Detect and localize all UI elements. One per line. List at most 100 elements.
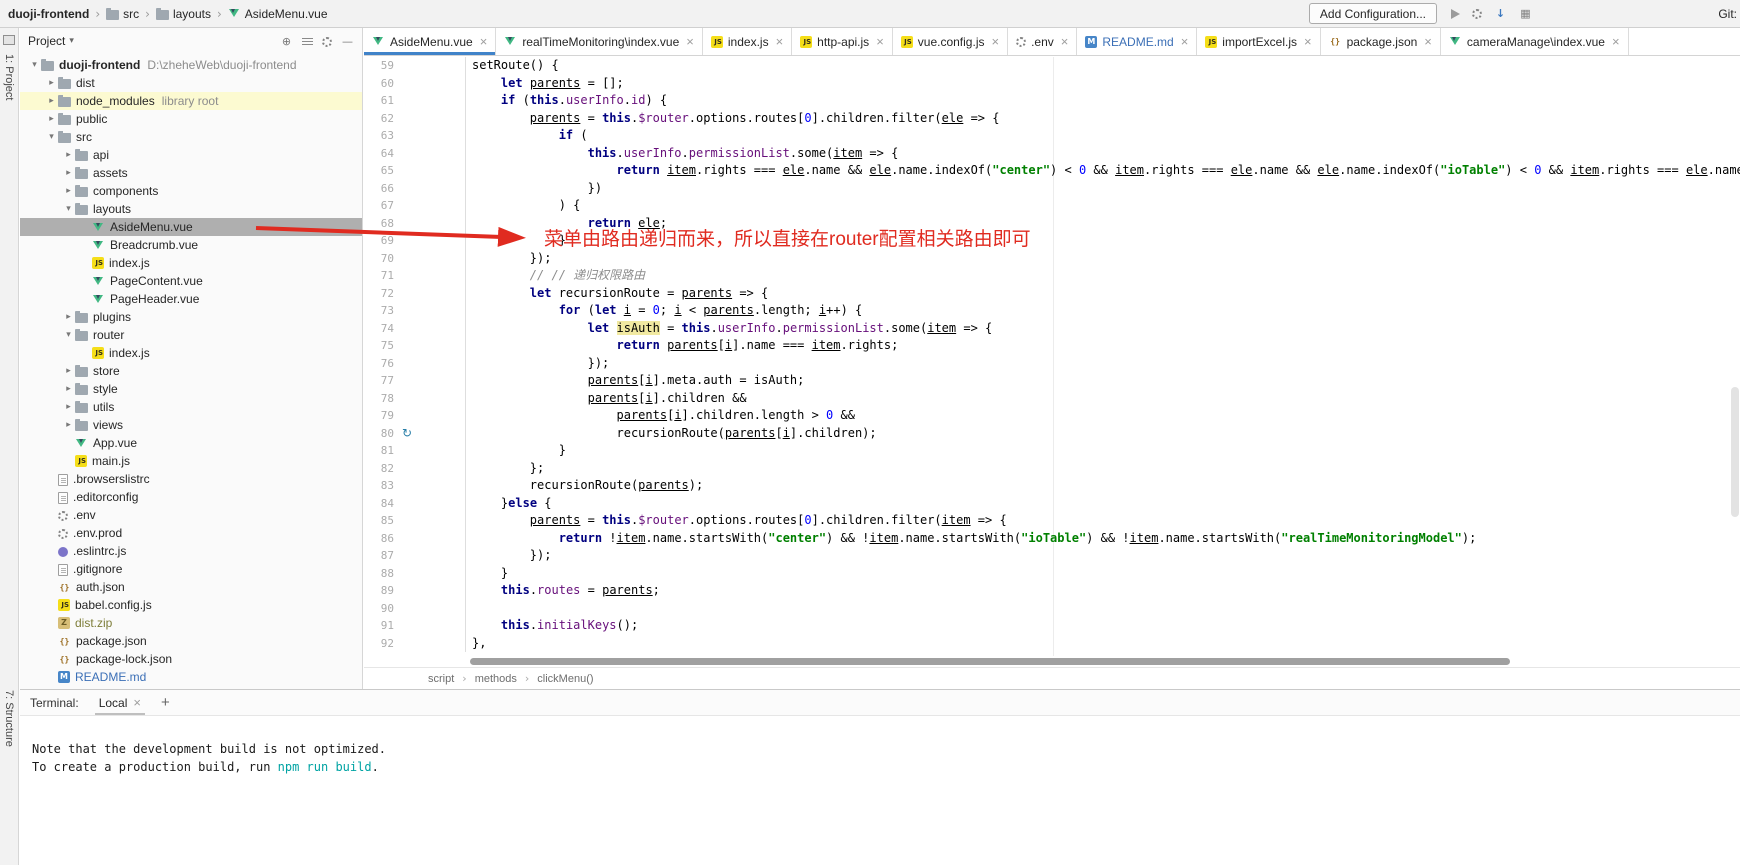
breadcrumb-item-script[interactable]: script [428, 673, 454, 685]
tab-asidemenu-vue[interactable]: AsideMenu.vue× [364, 28, 496, 55]
chevron-collapsed-icon[interactable]: ▸ [45, 114, 58, 124]
tree-item-readme-md[interactable]: MREADME.md [20, 668, 362, 686]
tree-item-dist-zip[interactable]: Zdist.zip [20, 614, 362, 632]
chevron-expanded-icon[interactable]: ▾ [45, 132, 58, 142]
tree-item-utils[interactable]: ▸utils [20, 398, 362, 416]
close-tab-icon[interactable]: × [686, 34, 694, 49]
chevron-collapsed-icon[interactable]: ▸ [62, 384, 75, 394]
chevron-collapsed-icon[interactable]: ▸ [45, 96, 58, 106]
tree-item-breadcrumb-vue[interactable]: Breadcrumb.vue [20, 236, 362, 254]
tree-item-dist[interactable]: ▸dist [20, 74, 362, 92]
tab-label: importExcel.js [1222, 35, 1297, 49]
close-tab-icon[interactable]: × [1061, 34, 1069, 49]
code-editor[interactable]: 59setRoute() {60 let parents = [];61 if … [364, 57, 1740, 656]
tab-readme-md[interactable]: MREADME.md× [1077, 28, 1197, 55]
tree-item-pagecontent-vue[interactable]: PageContent.vue [20, 272, 362, 290]
chevron-collapsed-icon[interactable]: ▸ [62, 312, 75, 322]
tab-cameramanage-index-vue[interactable]: cameraManage\index.vue× [1441, 28, 1629, 55]
new-terminal-tab-icon[interactable]: + [161, 694, 170, 711]
breadcrumb-item-duoji-frontend[interactable]: duoji-frontend [8, 7, 89, 21]
tab-package-json[interactable]: {}package.json× [1321, 28, 1441, 55]
tree-item-gitignore[interactable]: .gitignore [20, 560, 362, 578]
grid-icon[interactable]: ▦ [1519, 7, 1532, 20]
close-tab-icon[interactable]: × [1612, 34, 1620, 49]
tree-item-layouts[interactable]: ▾layouts [20, 200, 362, 218]
gear-icon[interactable] [322, 37, 332, 47]
tree-item-app-vue[interactable]: App.vue [20, 434, 362, 452]
horizontal-scrollbar-thumb[interactable] [470, 658, 1510, 665]
close-tab-icon[interactable]: × [480, 34, 488, 49]
chevron-collapsed-icon[interactable]: ▸ [62, 366, 75, 376]
structure-tool-button[interactable]: 7: Structure [3, 690, 15, 747]
horizontal-scrollbar[interactable] [364, 656, 1740, 667]
close-tab-icon[interactable]: × [1304, 34, 1312, 49]
tree-item-node-modules[interactable]: ▸node_moduleslibrary root [20, 92, 362, 110]
chevron-collapsed-icon[interactable]: ▸ [62, 402, 75, 412]
chevron-collapsed-icon[interactable]: ▸ [45, 78, 58, 88]
run-icon[interactable] [1451, 9, 1460, 19]
tab-vue-config-js[interactable]: JSvue.config.js× [893, 28, 1008, 55]
tree-item-api[interactable]: ▸api [20, 146, 362, 164]
tree-item-main-js[interactable]: JSmain.js [20, 452, 362, 470]
tree-item-index-js[interactable]: JSindex.js [20, 344, 362, 362]
close-tab-icon[interactable]: × [1181, 34, 1189, 49]
tree-item-style[interactable]: ▸style [20, 380, 362, 398]
locate-icon[interactable]: ⊕ [280, 35, 293, 48]
close-tab-icon[interactable]: × [1424, 34, 1432, 49]
tree-item-browserslistrc[interactable]: .browserslistrc [20, 470, 362, 488]
tree-item-duoji-frontend[interactable]: ▾duoji-frontendD:\zheheWeb\duoji-fronten… [20, 56, 362, 74]
close-tab-icon[interactable]: × [991, 34, 999, 49]
project-tool-button[interactable]: 1: Project [3, 54, 15, 100]
breadcrumb-item-clickmenu[interactable]: clickMenu() [537, 673, 593, 685]
hide-icon[interactable]: — [341, 35, 354, 48]
tree-item-eslintrc-js[interactable]: .eslintrc.js [20, 542, 362, 560]
tree-item-views[interactable]: ▸views [20, 416, 362, 434]
chevron-collapsed-icon[interactable]: ▸ [62, 150, 75, 160]
tab-realtimemonitoring-index-vue[interactable]: realTimeMonitoring\index.vue× [496, 28, 703, 55]
tab-env[interactable]: .env× [1008, 28, 1077, 55]
tree-item-src[interactable]: ▾src [20, 128, 362, 146]
git-branch-label[interactable]: Git: [1718, 7, 1737, 21]
tool-window-switcher-icon[interactable] [3, 35, 15, 45]
tree-item-babel-config-js[interactable]: JSbabel.config.js [20, 596, 362, 614]
tree-item-env[interactable]: .env [20, 506, 362, 524]
terminal-tab-local[interactable]: Local × [95, 690, 145, 715]
tree-item-editorconfig[interactable]: .editorconfig [20, 488, 362, 506]
chevron-collapsed-icon[interactable]: ▸ [62, 420, 75, 430]
chevron-expanded-icon[interactable]: ▾ [62, 204, 75, 214]
tree-item-auth-json[interactable]: {}auth.json [20, 578, 362, 596]
tree-item-components[interactable]: ▸components [20, 182, 362, 200]
breadcrumb-item-asidemenu-vue[interactable]: AsideMenu.vue [228, 7, 328, 21]
tree-item-plugins[interactable]: ▸plugins [20, 308, 362, 326]
collapse-all-icon[interactable] [302, 38, 313, 47]
close-terminal-tab-icon[interactable]: × [133, 695, 141, 710]
settings-icon[interactable] [1472, 9, 1482, 19]
close-tab-icon[interactable]: × [776, 34, 784, 49]
terminal-output[interactable]: Note that the development build is not o… [20, 716, 1740, 776]
recursive-call-icon[interactable]: ↻ [402, 425, 412, 441]
chevron-collapsed-icon[interactable]: ▸ [62, 186, 75, 196]
tree-item-assets[interactable]: ▸assets [20, 164, 362, 182]
tree-item-asidemenu-vue[interactable]: AsideMenu.vue [20, 218, 362, 236]
project-view-dropdown[interactable]: Project ▾ [28, 34, 74, 48]
breadcrumb-item-src[interactable]: src [106, 7, 139, 21]
chevron-expanded-icon[interactable]: ▾ [28, 60, 41, 70]
close-tab-icon[interactable]: × [876, 34, 884, 49]
breadcrumb-item-layouts[interactable]: layouts [156, 7, 211, 21]
tree-item-router[interactable]: ▾router [20, 326, 362, 344]
tab-http-api-js[interactable]: JShttp-api.js× [792, 28, 893, 55]
add-configuration-button[interactable]: Add Configuration... [1309, 3, 1437, 24]
tab-index-js[interactable]: JSindex.js× [703, 28, 792, 55]
breadcrumb-item-methods[interactable]: methods [475, 673, 517, 685]
tree-item-pageheader-vue[interactable]: PageHeader.vue [20, 290, 362, 308]
vcs-update-icon[interactable]: ↓ [1494, 7, 1507, 20]
tree-item-env-prod[interactable]: .env.prod [20, 524, 362, 542]
tree-item-public[interactable]: ▸public [20, 110, 362, 128]
chevron-collapsed-icon[interactable]: ▸ [62, 168, 75, 178]
tree-item-package-lock-json[interactable]: {}package-lock.json [20, 650, 362, 668]
tab-importexcel-js[interactable]: JSimportExcel.js× [1197, 28, 1320, 55]
chevron-expanded-icon[interactable]: ▾ [62, 330, 75, 340]
tree-item-package-json[interactable]: {}package.json [20, 632, 362, 650]
tree-item-index-js[interactable]: JSindex.js [20, 254, 362, 272]
tree-item-store[interactable]: ▸store [20, 362, 362, 380]
